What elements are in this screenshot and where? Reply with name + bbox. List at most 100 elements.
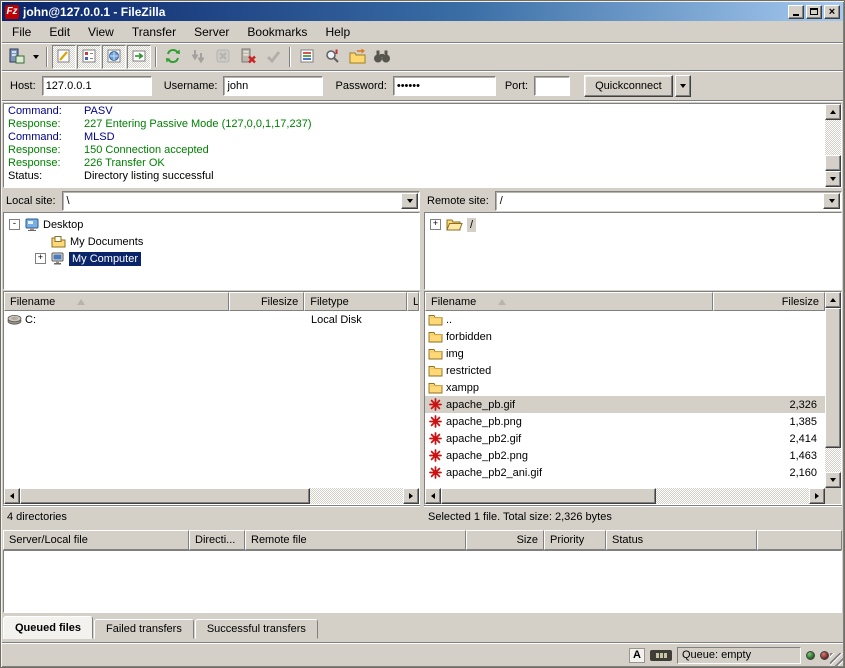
quickconnect-dropdown-button[interactable]: [675, 75, 691, 97]
file-row[interactable]: C:Local Disk: [4, 311, 419, 328]
file-row[interactable]: apache_pb2.png1,463: [425, 447, 825, 464]
scroll-up-button[interactable]: [825, 292, 841, 308]
message-log-toggle-button[interactable]: [52, 45, 76, 69]
tab-successful-transfers[interactable]: Successful transfers: [195, 619, 318, 639]
file-row[interactable]: restricted: [425, 362, 825, 379]
directory-listing-filter-button[interactable]: [295, 45, 319, 69]
file-name: img: [446, 348, 735, 360]
title-bar[interactable]: Fz john@127.0.0.1 - FileZilla ×: [2, 2, 843, 21]
site-manager-button[interactable]: [4, 45, 28, 69]
process-queue-button[interactable]: [186, 45, 210, 69]
file-row[interactable]: xampp: [425, 379, 825, 396]
column-header-priority[interactable]: Priority: [544, 530, 606, 550]
maximize-button[interactable]: [806, 5, 822, 19]
local-treeview-toggle-button[interactable]: [77, 45, 101, 69]
column-header-remote-file[interactable]: Remote file: [245, 530, 466, 550]
scroll-down-button[interactable]: [825, 472, 841, 488]
file-row[interactable]: apache_pb2.gif2,414: [425, 430, 825, 447]
menu-edit[interactable]: Edit: [40, 23, 79, 41]
synchronized-browsing-button[interactable]: [370, 45, 394, 69]
host-input[interactable]: [42, 76, 152, 96]
tab-queued-files[interactable]: Queued files: [3, 616, 93, 639]
scrollbar-thumb[interactable]: [825, 308, 841, 448]
site-manager-dropdown-button[interactable]: [29, 45, 42, 69]
scrollbar-thumb[interactable]: [441, 488, 656, 504]
scroll-up-button[interactable]: [825, 104, 841, 120]
column-header-filename[interactable]: Filename: [4, 292, 229, 311]
scroll-right-button[interactable]: [403, 488, 419, 504]
quickconnect-button[interactable]: Quickconnect: [584, 75, 673, 97]
menu-server[interactable]: Server: [185, 23, 238, 41]
file-search-button[interactable]: [320, 45, 344, 69]
scrollbar-thumb[interactable]: [20, 488, 310, 504]
menu-view[interactable]: View: [79, 23, 123, 41]
remote-vertical-scrollbar[interactable]: [825, 292, 841, 504]
menu-file[interactable]: File: [3, 23, 40, 41]
reconnect-button[interactable]: [261, 45, 285, 69]
remote-treeview-toggle-icon: [106, 48, 122, 67]
local-status-text: 4 directories: [7, 511, 67, 523]
username-input[interactable]: [223, 76, 323, 96]
resize-grip[interactable]: [830, 653, 843, 666]
scroll-down-button[interactable]: [825, 171, 841, 187]
port-label: Port:: [505, 80, 528, 92]
scrollbar-thumb[interactable]: [825, 155, 841, 171]
expand-icon[interactable]: +: [430, 219, 441, 230]
column-header-status[interactable]: Status: [606, 530, 757, 550]
refresh-button[interactable]: [161, 45, 185, 69]
message-log-scrollbar[interactable]: [825, 104, 841, 187]
arrow-up-icon: [830, 298, 836, 302]
column-header-server-local-file[interactable]: Server/Local file: [3, 530, 189, 550]
scrollbar-track[interactable]: [310, 488, 403, 504]
local-site-dropdown-button[interactable]: [401, 193, 418, 209]
cancel-operation-button[interactable]: [211, 45, 235, 69]
directory-comparison-icon: [349, 48, 366, 67]
remote-site-combobox[interactable]: /: [495, 191, 842, 211]
close-button[interactable]: ×: [824, 5, 840, 19]
menu-help[interactable]: Help: [316, 23, 359, 41]
file-row[interactable]: forbidden: [425, 328, 825, 345]
remote-horizontal-scrollbar[interactable]: [425, 488, 825, 504]
scroll-left-button[interactable]: [4, 488, 20, 504]
password-input[interactable]: [393, 76, 496, 96]
queue-list-area[interactable]: [3, 550, 842, 613]
column-header-lastmodified[interactable]: L: [407, 292, 419, 311]
column-header-filetype[interactable]: Filetype: [304, 292, 407, 311]
column-header-size[interactable]: Size: [466, 530, 544, 550]
transfer-queue-toggle-button[interactable]: [127, 45, 151, 69]
menu-bookmarks[interactable]: Bookmarks: [238, 23, 316, 41]
remote-treeview-toggle-button[interactable]: [102, 45, 126, 69]
column-header-filesize[interactable]: Filesize: [229, 292, 304, 311]
collapse-icon[interactable]: -: [9, 219, 20, 230]
tree-item-desktop[interactable]: - Desktop: [4, 216, 419, 233]
tree-item-my-computer[interactable]: + My Computer: [4, 250, 419, 267]
disconnect-button[interactable]: [236, 45, 260, 69]
scrollbar-track[interactable]: [825, 120, 841, 155]
file-row[interactable]: ..: [425, 311, 825, 328]
log-entry: Response:150 Connection accepted: [8, 144, 825, 157]
remote-site-dropdown-button[interactable]: [823, 193, 840, 209]
local-site-combobox[interactable]: \: [62, 191, 420, 211]
file-row[interactable]: apache_pb2_ani.gif2,160: [425, 464, 825, 481]
local-horizontal-scrollbar[interactable]: [4, 488, 419, 504]
tree-item-my-documents[interactable]: My Documents: [4, 233, 419, 250]
expand-icon[interactable]: +: [35, 253, 46, 264]
scroll-right-button[interactable]: [809, 488, 825, 504]
file-row[interactable]: img: [425, 345, 825, 362]
file-row[interactable]: apache_pb.png1,385: [425, 413, 825, 430]
directory-comparison-button[interactable]: [345, 45, 369, 69]
column-header-filename[interactable]: Filename: [425, 292, 713, 311]
scrollbar-track[interactable]: [825, 448, 841, 472]
column-header-direction[interactable]: Directi...: [189, 530, 245, 550]
column-header-filesize[interactable]: Filesize: [713, 292, 825, 311]
minimize-button[interactable]: [788, 5, 804, 19]
file-row[interactable]: apache_pb.gif2,326: [425, 396, 825, 413]
scrollbar-track[interactable]: [656, 488, 809, 504]
tree-item-root[interactable]: + /: [425, 216, 841, 233]
remote-site-label: Remote site:: [424, 195, 495, 207]
menu-transfer[interactable]: Transfer: [123, 23, 185, 41]
port-input[interactable]: [534, 76, 570, 96]
tab-failed-transfers[interactable]: Failed transfers: [94, 619, 194, 639]
scroll-left-button[interactable]: [425, 488, 441, 504]
queue-header: Server/Local file Directi... Remote file…: [3, 530, 842, 550]
